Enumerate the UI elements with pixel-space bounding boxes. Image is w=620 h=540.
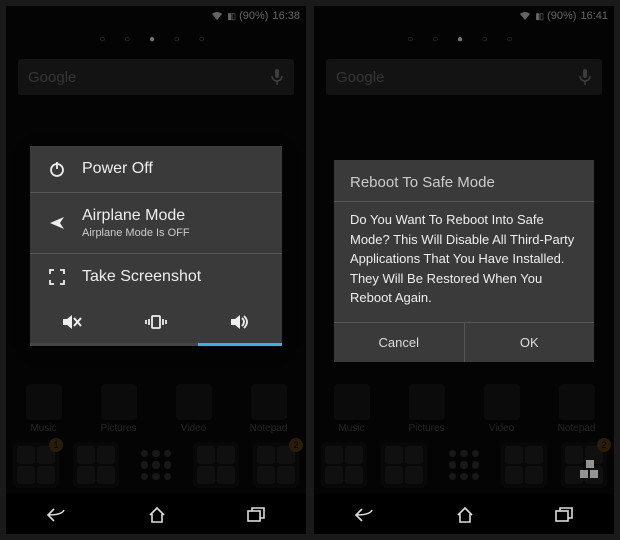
screenshot-item[interactable]: Take Screenshot [30, 254, 282, 300]
power-off-item[interactable]: Power Off [30, 146, 282, 193]
home-button[interactable] [147, 504, 167, 525]
screenshot-label: Take Screenshot [82, 268, 201, 286]
screenshot-right: (90%) 16:41 ○ ○ ● ○ ○ Google Music Pictu… [314, 6, 614, 534]
home-button[interactable] [455, 504, 475, 525]
airplane-item[interactable]: Airplane Mode Airplane Mode Is OFF [30, 193, 282, 254]
back-button[interactable] [354, 504, 376, 525]
mute-icon[interactable] [30, 310, 113, 331]
recent-button[interactable] [554, 504, 574, 525]
screenshot-left: (90%) 16:38 ○ ○ ● ○ ○ Google Music Pictu… [6, 6, 306, 534]
dialog-title: Reboot To Safe Mode [334, 160, 594, 201]
power-off-label: Power Off [82, 160, 153, 178]
airplane-sub: Airplane Mode Is OFF [82, 227, 190, 239]
cancel-button[interactable]: Cancel [334, 323, 465, 362]
back-button[interactable] [46, 504, 68, 525]
nav-bar [314, 494, 614, 534]
sound-icon[interactable] [198, 310, 281, 331]
power-menu: Power Off Airplane Mode Airplane Mode Is… [30, 146, 282, 346]
screenshot-icon [46, 268, 68, 286]
recent-button[interactable] [246, 504, 266, 525]
power-icon [46, 160, 68, 178]
safe-mode-dialog: Reboot To Safe Mode Do You Want To Reboo… [334, 160, 594, 362]
watermark-logo [576, 456, 606, 486]
airplane-icon [46, 214, 68, 232]
ok-button[interactable]: OK [465, 323, 595, 362]
sound-mode-indicator [30, 343, 282, 346]
sound-mode-row [30, 300, 282, 343]
airplane-label: Airplane Mode [82, 207, 185, 224]
dialog-body: Do You Want To Reboot Into Safe Mode? Th… [334, 201, 594, 323]
vibrate-icon[interactable] [114, 310, 197, 331]
nav-bar [6, 494, 306, 534]
